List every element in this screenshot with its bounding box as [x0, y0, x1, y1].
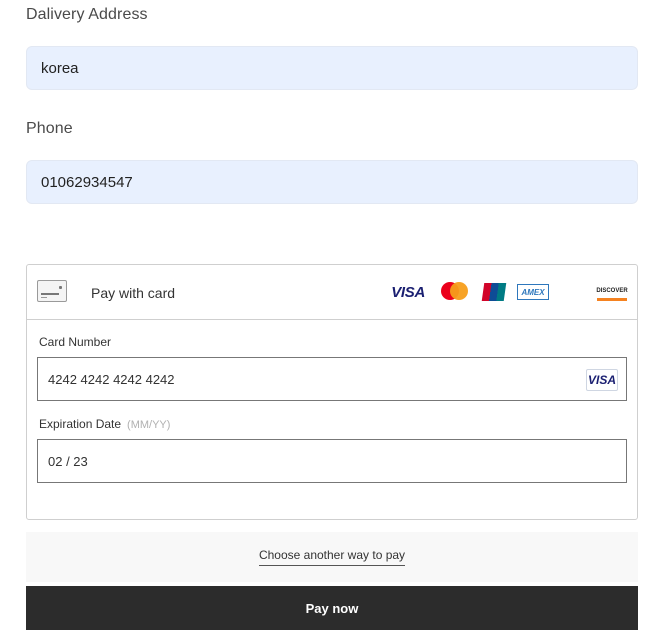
- card-number-input[interactable]: 4242 4242 4242 4242 VISA: [37, 357, 627, 401]
- expiration-date-label-text: Expiration Date: [39, 417, 122, 431]
- choose-another-way-link[interactable]: Choose another way to pay: [258, 548, 406, 566]
- credit-card-icon: [37, 280, 67, 302]
- expiration-date-hint: (MM/YY): [127, 419, 171, 431]
- discover-logo-icon: DISCOVER: [596, 284, 628, 301]
- phone-input[interactable]: 01062934547: [26, 160, 638, 204]
- delivery-address-input[interactable]: korea: [26, 46, 638, 90]
- card-number-value: 4242 4242 4242 4242: [48, 371, 175, 387]
- visa-badge-icon: VISA: [586, 369, 618, 391]
- card-panel-header[interactable]: Pay with card VISA AMEX DISCOVER: [27, 265, 637, 320]
- expiration-date-input[interactable]: 02 / 23: [37, 439, 627, 483]
- card-payment-panel: Pay with card VISA AMEX DISCOVER Card Nu…: [26, 264, 638, 520]
- jcb-logo-icon: [561, 283, 585, 301]
- pay-now-button[interactable]: Pay now: [26, 586, 638, 630]
- mastercard-logo-icon: [437, 280, 471, 304]
- amex-logo-icon: AMEX: [517, 284, 549, 300]
- card-brand-logos: VISA AMEX DISCOVER: [391, 280, 628, 304]
- unionpay-logo-icon: [481, 283, 507, 301]
- delivery-address-label: Dalivery Address: [26, 6, 148, 23]
- expiration-date-label: Expiration Date (MM/YY): [39, 417, 170, 431]
- card-number-label: Card Number: [39, 335, 112, 349]
- another-way-bar: Choose another way to pay: [26, 532, 638, 582]
- pay-with-card-label: Pay with card: [91, 285, 176, 301]
- visa-logo-icon: VISA: [391, 283, 425, 301]
- phone-label: Phone: [26, 120, 73, 137]
